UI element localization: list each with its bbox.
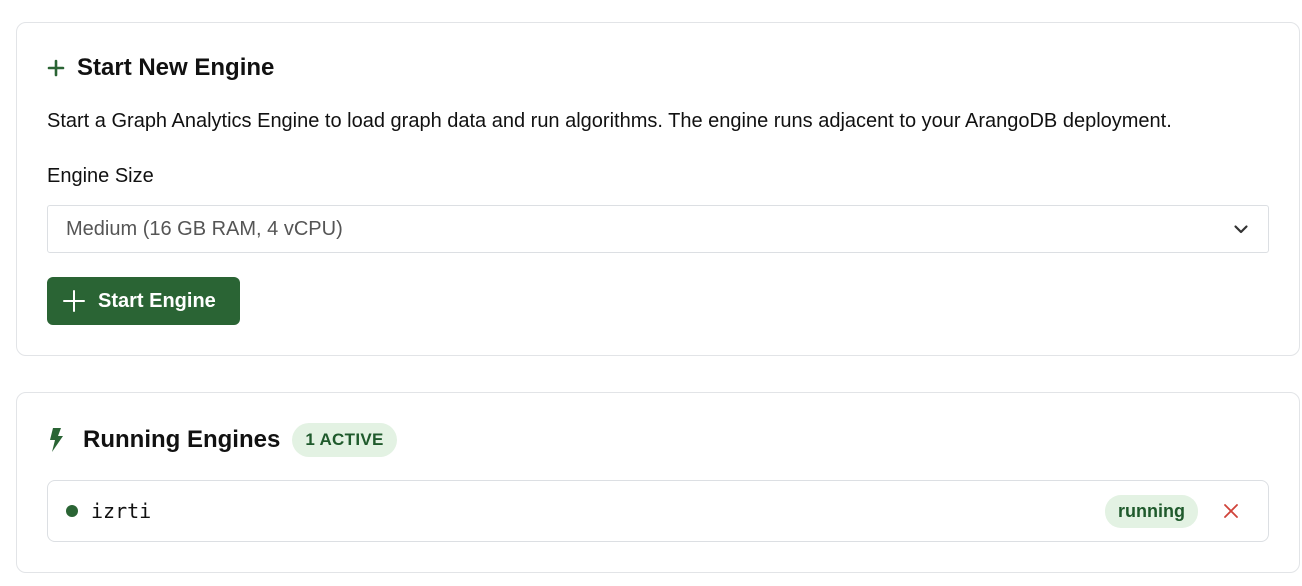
engine-size-select[interactable]: Medium (16 GB RAM, 4 vCPU) [47, 205, 1269, 253]
start-engine-heading: Start New Engine [47, 53, 274, 83]
close-icon [1224, 504, 1238, 518]
start-engine-description: Start a Graph Analytics Engine to load g… [47, 110, 1172, 132]
engine-size-value: Medium (16 GB RAM, 4 vCPU) [66, 217, 343, 240]
engine-list-item: izrti running [47, 480, 1269, 542]
start-engine-button-label: Start Engine [98, 289, 216, 312]
status-dot-icon [66, 505, 78, 517]
chevron-down-icon [1234, 225, 1248, 234]
lightning-bolt-icon [50, 428, 63, 452]
engine-name: izrti [91, 499, 152, 523]
running-engines-heading: Running Engines 1 ACTIVE [47, 423, 397, 457]
active-count-badge: 1 ACTIVE [292, 423, 397, 457]
running-engines-title: Running Engines [83, 426, 281, 453]
start-engine-button[interactable]: Start Engine [47, 277, 240, 325]
engine-status-badge: running [1105, 494, 1198, 528]
plus-icon [47, 59, 65, 77]
stop-engine-button[interactable] [1220, 500, 1242, 522]
engine-size-label: Engine Size [47, 165, 154, 187]
running-engines-card: Running Engines 1 ACTIVE izrti running [16, 392, 1300, 573]
start-engine-card: Start New Engine Start a Graph Analytics… [16, 22, 1300, 356]
plus-icon [63, 290, 85, 312]
start-engine-title: Start New Engine [77, 54, 275, 81]
